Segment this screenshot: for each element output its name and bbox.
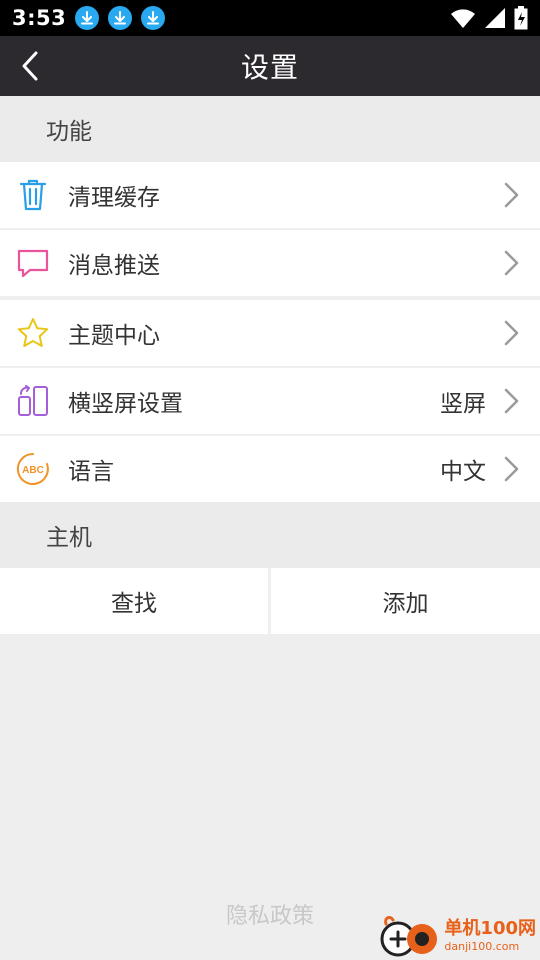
chevron-right-icon (504, 320, 519, 346)
find-host-label: 查找 (111, 591, 157, 617)
watermark-title: 单机100网 (444, 918, 536, 939)
signal-icon (484, 7, 506, 33)
page-title: 设置 (240, 51, 299, 84)
chevron-right-icon (504, 182, 519, 208)
section-header-label: 主机 (46, 525, 92, 551)
row-label: 语言 (68, 459, 114, 485)
chevron-right-icon (504, 250, 519, 276)
orientation-setting-row[interactable]: 横竖屏设置 竖屏 (0, 368, 540, 434)
add-host-button[interactable]: 添加 (271, 568, 540, 634)
section-header-host: 主机 (0, 502, 540, 568)
svg-text:ABC: ABC (22, 465, 44, 476)
app-bar: 设置 (0, 36, 540, 96)
row-label: 横竖屏设置 (68, 391, 183, 417)
status-indicators (450, 6, 528, 34)
trash-icon (16, 178, 50, 212)
row-label: 清理缓存 (68, 185, 160, 211)
download-icon (141, 6, 166, 30)
download-icon (75, 6, 100, 30)
add-host-label: 添加 (382, 591, 429, 617)
watermark-logo: 单机100网 danji100.com (378, 914, 536, 958)
download-icon (108, 6, 133, 30)
status-time: 3:53 (12, 6, 67, 30)
clear-cache-row[interactable]: 清理缓存 (0, 162, 540, 228)
theme-center-row[interactable]: 主题中心 (0, 300, 540, 366)
chevron-right-icon (504, 388, 519, 414)
abc-language-icon: ABC (16, 452, 50, 486)
screen-rotate-icon (16, 384, 50, 418)
language-value: 中文 (440, 459, 486, 485)
push-notification-row[interactable]: 消息推送 (0, 230, 540, 296)
orientation-value: 竖屏 (440, 391, 486, 417)
watermark-url: danji100.com (444, 940, 520, 953)
section-header-label: 功能 (46, 119, 92, 145)
star-icon (16, 316, 50, 350)
language-row[interactable]: ABC 语言 中文 (0, 436, 540, 502)
back-arrow-icon (22, 51, 38, 81)
owl-logo-icon (380, 915, 438, 957)
row-label: 主题中心 (68, 323, 160, 349)
chevron-right-icon (504, 456, 519, 482)
find-host-button[interactable]: 查找 (0, 568, 268, 634)
message-icon (16, 246, 50, 280)
back-button[interactable] (10, 46, 50, 86)
battery-icon (514, 6, 528, 34)
row-label: 消息推送 (68, 253, 160, 279)
section-header-function: 功能 (0, 96, 540, 162)
status-bar: 3:53 (0, 0, 540, 36)
wifi-icon (450, 7, 476, 33)
